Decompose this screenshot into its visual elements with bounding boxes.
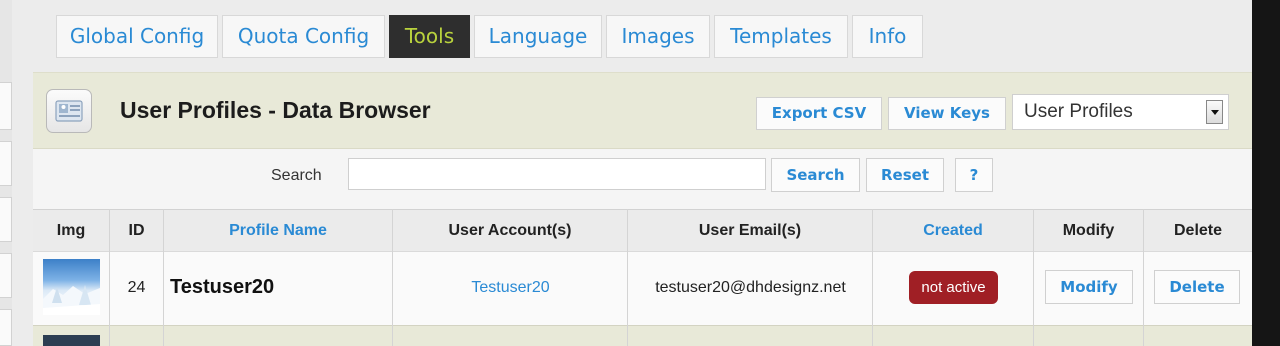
left-sidebar-item[interactable] <box>0 141 12 186</box>
column-header-user-emails: User Email(s) <box>698 222 802 239</box>
left-sidebar-item[interactable] <box>0 82 12 130</box>
status-badge: not active <box>909 271 998 304</box>
search-button[interactable]: Search <box>771 158 860 192</box>
user-account-link[interactable]: Testuser20 <box>393 279 628 297</box>
profile-name: Testuser20 <box>170 276 275 298</box>
column-header-modify: Modify <box>1062 222 1115 239</box>
tab-tools[interactable]: Tools <box>389 15 470 58</box>
profile-thumbnail[interactable] <box>43 335 100 346</box>
tab-language[interactable]: Language <box>474 15 602 58</box>
window-edge <box>1252 0 1280 346</box>
modify-button[interactable]: Modify <box>1045 270 1133 304</box>
column-header-profile-name[interactable]: Profile Name <box>164 222 392 240</box>
profile-id: 24 <box>127 279 146 296</box>
left-sidebar-item[interactable] <box>0 197 12 242</box>
profile-card-icon <box>46 89 92 133</box>
tab-quota-config[interactable]: Quota Config <box>222 15 385 58</box>
table-row <box>33 325 1252 346</box>
delete-button[interactable]: Delete <box>1154 270 1240 304</box>
chevron-down-icon[interactable] <box>1206 100 1223 124</box>
tab-global-config[interactable]: Global Config <box>56 15 218 58</box>
left-sidebar-item[interactable] <box>0 309 12 346</box>
search-label: Search <box>271 167 322 184</box>
tab-images[interactable]: Images <box>606 15 710 58</box>
left-sidebar-item[interactable] <box>0 253 12 298</box>
tab-info[interactable]: Info <box>852 15 923 58</box>
table-select[interactable]: User Profiles <box>1012 94 1229 130</box>
tab-templates[interactable]: Templates <box>714 15 848 58</box>
column-header-img: Img <box>56 222 86 239</box>
user-email: testuser20@dhdesignz.net <box>655 279 846 296</box>
profile-thumbnail[interactable] <box>43 259 100 315</box>
view-keys-button[interactable]: View Keys <box>888 97 1006 130</box>
help-button[interactable]: ? <box>955 158 993 192</box>
table-select-value: User Profiles <box>1024 101 1133 122</box>
export-csv-button[interactable]: Export CSV <box>756 97 882 130</box>
reset-button[interactable]: Reset <box>866 158 944 192</box>
search-input[interactable] <box>348 158 766 190</box>
column-header-id: ID <box>128 222 145 239</box>
page-title: User Profiles - Data Browser <box>120 97 431 123</box>
column-header-delete: Delete <box>1173 222 1223 239</box>
column-header-user-accounts: User Account(s) <box>448 222 572 239</box>
column-header-created[interactable]: Created <box>873 222 1033 240</box>
